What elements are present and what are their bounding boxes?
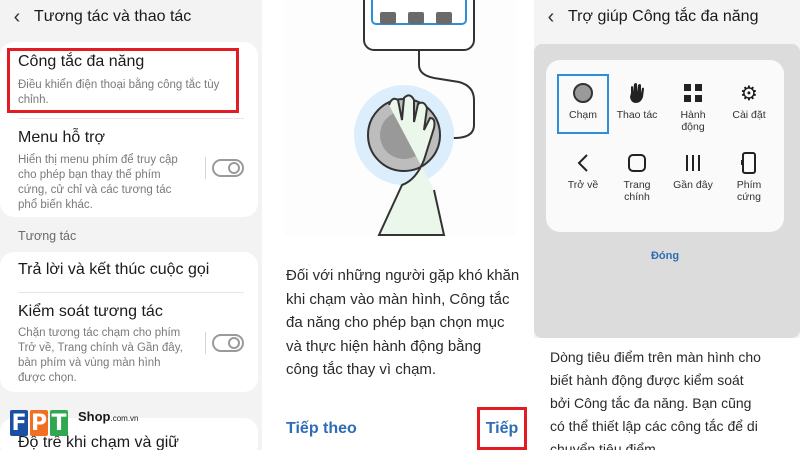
item-assistant-menu-title[interactable]: Menu hỗ trợ [18,129,105,147]
home-icon [610,152,664,174]
menu-item-label: Phím cứng [736,179,762,203]
logo-letters: F P T [10,410,68,436]
intro-panel: Đối với những người gặp khó khăn khi chạ… [266,0,534,450]
back-arrow-icon[interactable]: ‹ [534,6,568,29]
menu-item-label: Cài đặt [732,109,766,121]
menu-item-hardware-keys[interactable]: Phím cứng [722,152,776,203]
help-title: Trợ giúp Công tắc đa năng [568,8,759,25]
menu-item-home[interactable]: Trang chính [610,152,664,203]
fpt-shop-logo: F P T Shop.com.vn [10,396,139,436]
next-button[interactable]: Tiếp theo [286,420,357,438]
logo-letter: F [10,410,28,436]
menu-item-label: Gần đây [673,179,713,191]
gear-icon: ⚙ [740,81,758,105]
menu-item-tap[interactable]: Chạm [556,82,610,121]
settings-panel: ‹ Tương tác và thao tác Công tắc đa năng… [0,0,262,450]
help-description: Dòng tiêu điểm trên màn hình cho biết hà… [550,346,798,450]
help-panel: ‹ Trợ giúp Công tắc đa năng Chạm Thao tá… [534,0,800,450]
menu-item-label: Trang chính [623,179,651,203]
recents-icon [666,152,720,174]
item-interaction-control-title[interactable]: Kiểm soát tương tác [18,303,163,321]
menu-item-actions[interactable]: Hành động [666,82,720,133]
menu-item-gestures[interactable]: Thao tác [610,82,664,121]
circle-icon [556,82,610,104]
phone-icon [722,152,776,174]
toggle-knob [228,337,240,349]
menu-item-label: Thao tác [616,109,658,121]
page-title: Tương tác và thao tác [34,8,192,25]
grid-icon [666,82,720,104]
logo-letter: P [30,410,48,436]
item-touch-hold-delay-title[interactable]: Độ trễ khi chạm và giữ [18,434,179,450]
switch-menu-card: Chạm Thao tác Hành động ⚙ Cài đặt Trở về… [546,60,784,262]
menu-item-recents[interactable]: Gần đây [666,152,720,191]
back-icon [556,152,610,174]
assistant-menu-toggle[interactable] [212,159,244,177]
toggle-knob [228,162,240,174]
highlight-box [7,48,239,113]
item-answer-end-calls-title[interactable]: Trả lời và kết thúc cuộc gọi [18,261,209,279]
intro-description: Đối với những người gặp khó khăn khi chạ… [286,267,520,378]
menu-item-settings[interactable]: ⚙ Cài đặt [722,81,776,121]
back-arrow-icon[interactable]: ‹ [0,6,34,29]
settings-header: ‹ Tương tác và thao tác [0,0,262,34]
hand-switch-illustration-icon [354,0,475,236]
logo-shop-text: Shop.com.vn [78,409,139,424]
menu-item-label: Trở về [567,179,599,191]
screenshot-root: ‹ Tương tác và thao tác Công tắc đa năng… [0,0,800,450]
section-label-interaction: Tương tác [18,229,77,243]
divider [18,118,244,119]
illustration-hand-switch [284,0,516,236]
logo-letter: T [50,410,68,436]
menu-item-label: Hành động [680,109,706,133]
continue-button[interactable]: Tiếp [477,407,527,450]
divider [18,292,244,293]
item-interaction-control-subtitle: Chặn tương tác chạm cho phím Trở về, Tra… [18,327,183,384]
interaction-control-toggle[interactable] [212,334,244,352]
menu-item-back[interactable]: Trở về [556,152,610,191]
menu-item-label: Chạm [568,109,597,121]
item-assistant-menu-subtitle: Hiển thị menu phím để truy cập cho phép … [18,154,178,211]
toggle-separator [205,157,206,179]
hand-icon [610,82,664,104]
toggle-separator [205,332,206,354]
help-header: ‹ Trợ giúp Công tắc đa năng [534,0,800,34]
close-button[interactable]: Đóng [546,250,784,262]
